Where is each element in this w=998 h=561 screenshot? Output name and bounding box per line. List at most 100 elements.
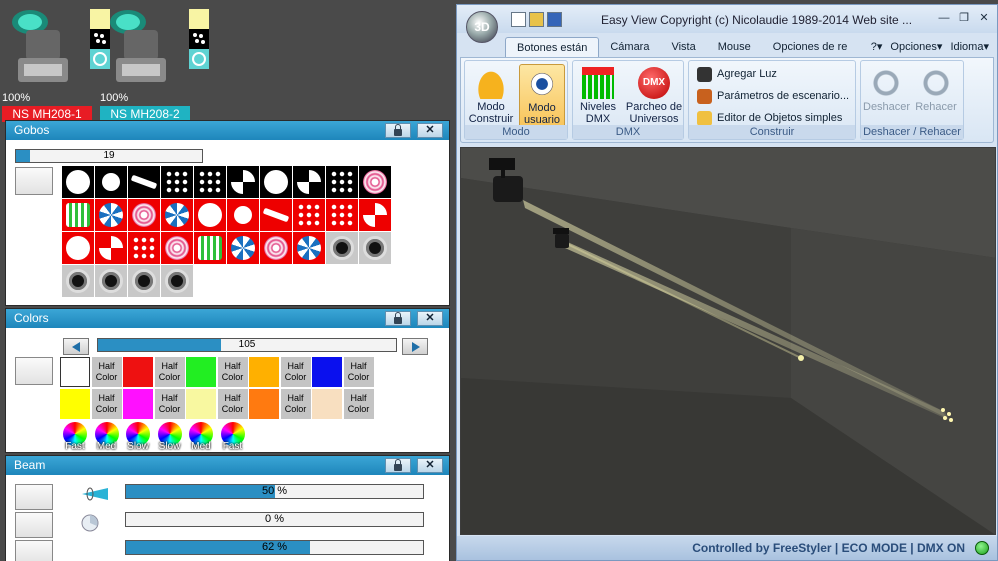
color-wheel-button[interactable]: Fast	[60, 421, 90, 452]
gobo-cell[interactable]	[128, 265, 160, 297]
gobo-cell[interactable]	[326, 232, 358, 264]
gobo-cell[interactable]	[62, 232, 94, 264]
gobo-cell[interactable]	[293, 232, 325, 264]
close-window-button[interactable]: ✕	[975, 11, 993, 25]
gobo-cell[interactable]	[95, 199, 127, 231]
color-swatch[interactable]	[312, 357, 342, 387]
undo-button[interactable]: Deshacer	[863, 64, 910, 128]
gobo-cell[interactable]	[260, 166, 292, 198]
gobo-cell[interactable]	[359, 232, 391, 264]
fixture-2[interactable]: 100% NS MH208-2	[100, 8, 190, 122]
color-wheel-button[interactable]: Med	[186, 421, 216, 452]
gobo-cell[interactable]	[95, 265, 127, 297]
beam-slider-zoom[interactable]: 50 %	[125, 484, 424, 499]
half-color-button[interactable]: Half Color	[91, 357, 122, 387]
gobo-cell[interactable]	[194, 166, 226, 198]
redo-button[interactable]: Rehacer	[913, 64, 959, 128]
gobo-cell[interactable]	[95, 166, 127, 198]
half-color-button[interactable]: Half Color	[154, 389, 185, 419]
lock-button[interactable]	[385, 123, 411, 138]
gobo-cell[interactable]	[359, 199, 391, 231]
gobo-cell[interactable]	[260, 199, 292, 231]
gobo-cell[interactable]	[161, 199, 193, 231]
half-color-button[interactable]: Half Color	[217, 357, 248, 387]
color-swatch[interactable]	[60, 389, 90, 419]
beam-slider-shutter[interactable]: 0 %	[125, 512, 424, 527]
gobo-cell[interactable]	[128, 232, 160, 264]
close-button[interactable]: ✕	[417, 458, 443, 473]
gobo-cell[interactable]	[326, 199, 358, 231]
color-wheel-button[interactable]: Fast	[218, 421, 248, 452]
fixture-1[interactable]: 100% NS MH208-1	[2, 8, 92, 122]
gobo-cell[interactable]	[227, 232, 259, 264]
half-color-button[interactable]: Half Color	[154, 357, 185, 387]
gobo-open-button[interactable]	[15, 167, 53, 195]
half-color-button[interactable]: Half Color	[91, 389, 122, 419]
color-wheel-button[interactable]: Slow	[123, 421, 153, 452]
beam-shutter-button[interactable]	[15, 512, 53, 538]
color-next-button[interactable]	[402, 338, 428, 355]
gobo-cell[interactable]	[62, 199, 94, 231]
gobo-cell[interactable]	[95, 232, 127, 264]
half-color-button[interactable]: Half Color	[280, 389, 311, 419]
color-swatch[interactable]	[186, 357, 216, 387]
close-button[interactable]: ✕	[417, 311, 443, 326]
open-folder-icon[interactable]	[529, 12, 544, 27]
new-file-icon[interactable]	[511, 12, 526, 27]
close-button[interactable]: ✕	[417, 123, 443, 138]
gobo-cell[interactable]	[161, 232, 193, 264]
language-menu[interactable]: Idioma▾	[950, 37, 989, 57]
gobo-cell[interactable]	[62, 166, 94, 198]
parametros-escenario-button[interactable]: Parámetros de escenario...	[697, 86, 849, 106]
beam-extra-button[interactable]	[15, 540, 53, 561]
half-color-button[interactable]: Half Color	[217, 389, 248, 419]
modo-construir-button[interactable]: Modo Construir	[468, 64, 514, 128]
beam-zoom-button[interactable]	[15, 484, 53, 510]
lock-button[interactable]	[385, 458, 411, 473]
gobo-cell[interactable]	[161, 265, 193, 297]
gobo-cell[interactable]	[194, 232, 226, 264]
gobo-cell[interactable]	[260, 232, 292, 264]
gobo-cell[interactable]	[293, 166, 325, 198]
tab-botones[interactable]: Botones están	[505, 37, 600, 57]
help-menu[interactable]: ?▾	[871, 37, 883, 57]
tab-vista[interactable]: Vista	[660, 37, 706, 57]
gobo-cell[interactable]	[227, 199, 259, 231]
modo-usuario-button[interactable]: Modo usuario	[519, 64, 565, 128]
color-swatch[interactable]	[123, 389, 153, 419]
niveles-dmx-button[interactable]: Niveles DMX	[575, 64, 621, 128]
color-swatch[interactable]	[60, 357, 90, 387]
color-prev-button[interactable]	[63, 338, 89, 355]
color-wheel-button[interactable]: Slow	[155, 421, 185, 452]
color-slider[interactable]: 105	[97, 338, 397, 352]
color-swatch[interactable]	[249, 357, 279, 387]
gobo-cell[interactable]	[62, 265, 94, 297]
tab-mouse[interactable]: Mouse	[707, 37, 762, 57]
gobo-cell[interactable]	[128, 166, 160, 198]
color-wheel-button[interactable]: Med	[92, 421, 122, 452]
tab-opciones-render[interactable]: Opciones de re	[762, 37, 859, 57]
gobo-slider[interactable]: 19	[15, 149, 203, 163]
app-orb-button[interactable]: 3D	[466, 11, 498, 43]
half-color-button[interactable]: Half Color	[343, 357, 374, 387]
lock-button[interactable]	[385, 311, 411, 326]
parcheo-universos-button[interactable]: DMX Parcheo de Universos	[625, 64, 683, 128]
gobo-cell[interactable]	[194, 199, 226, 231]
half-color-button[interactable]: Half Color	[280, 357, 311, 387]
options-menu[interactable]: Opciones▾	[890, 37, 942, 57]
gobo-cell[interactable]	[293, 199, 325, 231]
gobo-cell[interactable]	[161, 166, 193, 198]
color-open-button[interactable]	[15, 357, 53, 385]
color-swatch[interactable]	[312, 389, 342, 419]
gobo-cell[interactable]	[128, 199, 160, 231]
agregar-luz-button[interactable]: Agregar Luz	[697, 64, 777, 84]
color-swatch[interactable]	[123, 357, 153, 387]
beam-slider-extra[interactable]: 62 %	[125, 540, 424, 555]
restore-button[interactable]: ❐	[955, 11, 973, 25]
save-icon[interactable]	[547, 12, 562, 27]
color-swatch[interactable]	[186, 389, 216, 419]
3d-viewport[interactable]	[460, 147, 996, 535]
color-swatch[interactable]	[249, 389, 279, 419]
minimize-button[interactable]: —	[935, 11, 953, 25]
gobo-cell[interactable]	[227, 166, 259, 198]
